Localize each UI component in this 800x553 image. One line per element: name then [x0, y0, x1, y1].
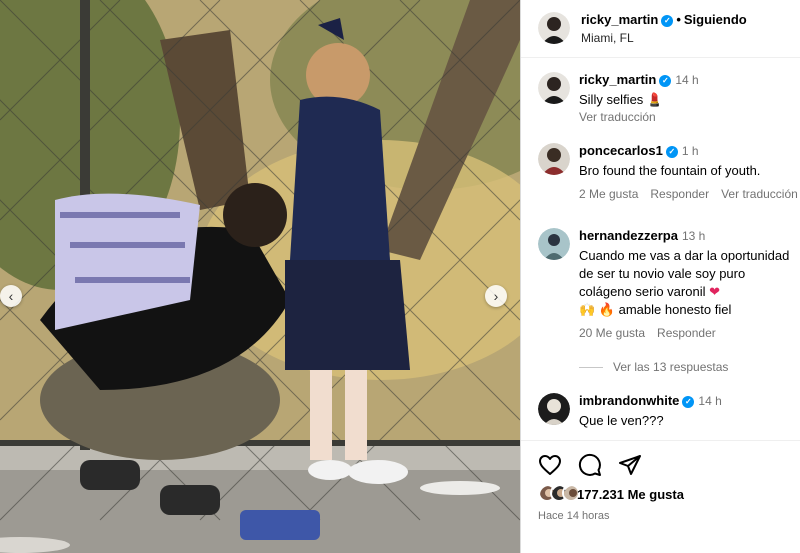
commenter-avatar[interactable]: [538, 143, 570, 175]
caption-time[interactable]: 14 h: [675, 73, 698, 87]
previous-image-button[interactable]: ‹: [0, 285, 22, 307]
comment-likes[interactable]: 2 Me gusta: [579, 187, 638, 201]
post-side-panel: ricky_martin ✓ • Siguiendo Miami, FL ricky_…: [520, 0, 800, 553]
commenter-avatar[interactable]: [538, 228, 570, 260]
see-translation-link[interactable]: Ver traducción: [721, 187, 798, 201]
likes-count[interactable]: 177.231 Me gusta: [577, 487, 684, 502]
comment-text: Bro found the fountain of youth.: [579, 163, 761, 178]
verified-badge-icon: ✓: [659, 75, 672, 87]
comment-bubble-icon[interactable]: [578, 453, 602, 477]
following-button[interactable]: Siguiendo: [684, 12, 747, 27]
comment-text-continued: amable honesto fiel: [618, 302, 732, 317]
commenter-avatar[interactable]: [538, 393, 570, 425]
verified-badge-icon: ✓: [661, 15, 674, 27]
comment-likes[interactable]: 20 Me gusta: [579, 326, 645, 340]
comment-time[interactable]: 13 h: [682, 229, 705, 243]
caption-text: Silly selfies: [579, 92, 644, 107]
next-image-button[interactable]: ›: [485, 285, 507, 307]
post-header: ricky_martin ✓ • Siguiendo Miami, FL: [521, 0, 800, 58]
comment-text: Cuando me vas a dar la oportunidad de se…: [579, 248, 790, 299]
comment-time[interactable]: 1 h: [682, 144, 699, 158]
see-translation-link[interactable]: Ver traducción: [579, 110, 656, 124]
comment-time[interactable]: 14 h: [698, 394, 721, 408]
comment-username[interactable]: poncecarlos1: [579, 143, 663, 158]
post-actions: 177.231 Me gusta Hace 14 horas: [521, 440, 800, 553]
raised-hands-emoji-icon: 🙌: [579, 302, 596, 317]
verified-badge-icon: ✓: [682, 396, 695, 408]
red-heart-emoji-icon: ❤: [709, 284, 720, 299]
view-replies-label: Ver las 13 respuestas: [613, 360, 729, 374]
reply-button[interactable]: Responder: [650, 187, 709, 201]
view-replies-link[interactable]: Ver las 13 respuestas: [579, 360, 728, 374]
author-username[interactable]: ricky_martin: [581, 12, 658, 27]
reply-button[interactable]: Responder: [657, 326, 716, 340]
comment-text: Que le ven???: [579, 413, 664, 428]
post-photo[interactable]: ‹ ›: [0, 0, 520, 553]
replies-divider: [579, 367, 603, 369]
caption-username[interactable]: ricky_martin: [579, 72, 656, 87]
comment-username[interactable]: hernandezzerpa: [579, 228, 678, 243]
post-location[interactable]: Miami, FL: [581, 31, 634, 45]
fire-emoji-icon: 🔥: [598, 302, 615, 317]
caption-avatar[interactable]: [538, 72, 570, 104]
post-time[interactable]: Hace 14 horas: [538, 510, 610, 522]
author-avatar[interactable]: [538, 12, 570, 44]
lipstick-emoji-icon: 💄: [646, 92, 664, 107]
photo-scene: [0, 0, 520, 553]
comment-username[interactable]: imbrandonwhite: [579, 393, 679, 408]
paper-plane-icon[interactable]: [618, 453, 642, 477]
verified-badge-icon: ✓: [665, 146, 678, 158]
separator-dot: •: [676, 12, 681, 27]
heart-outline-icon[interactable]: [538, 453, 562, 477]
